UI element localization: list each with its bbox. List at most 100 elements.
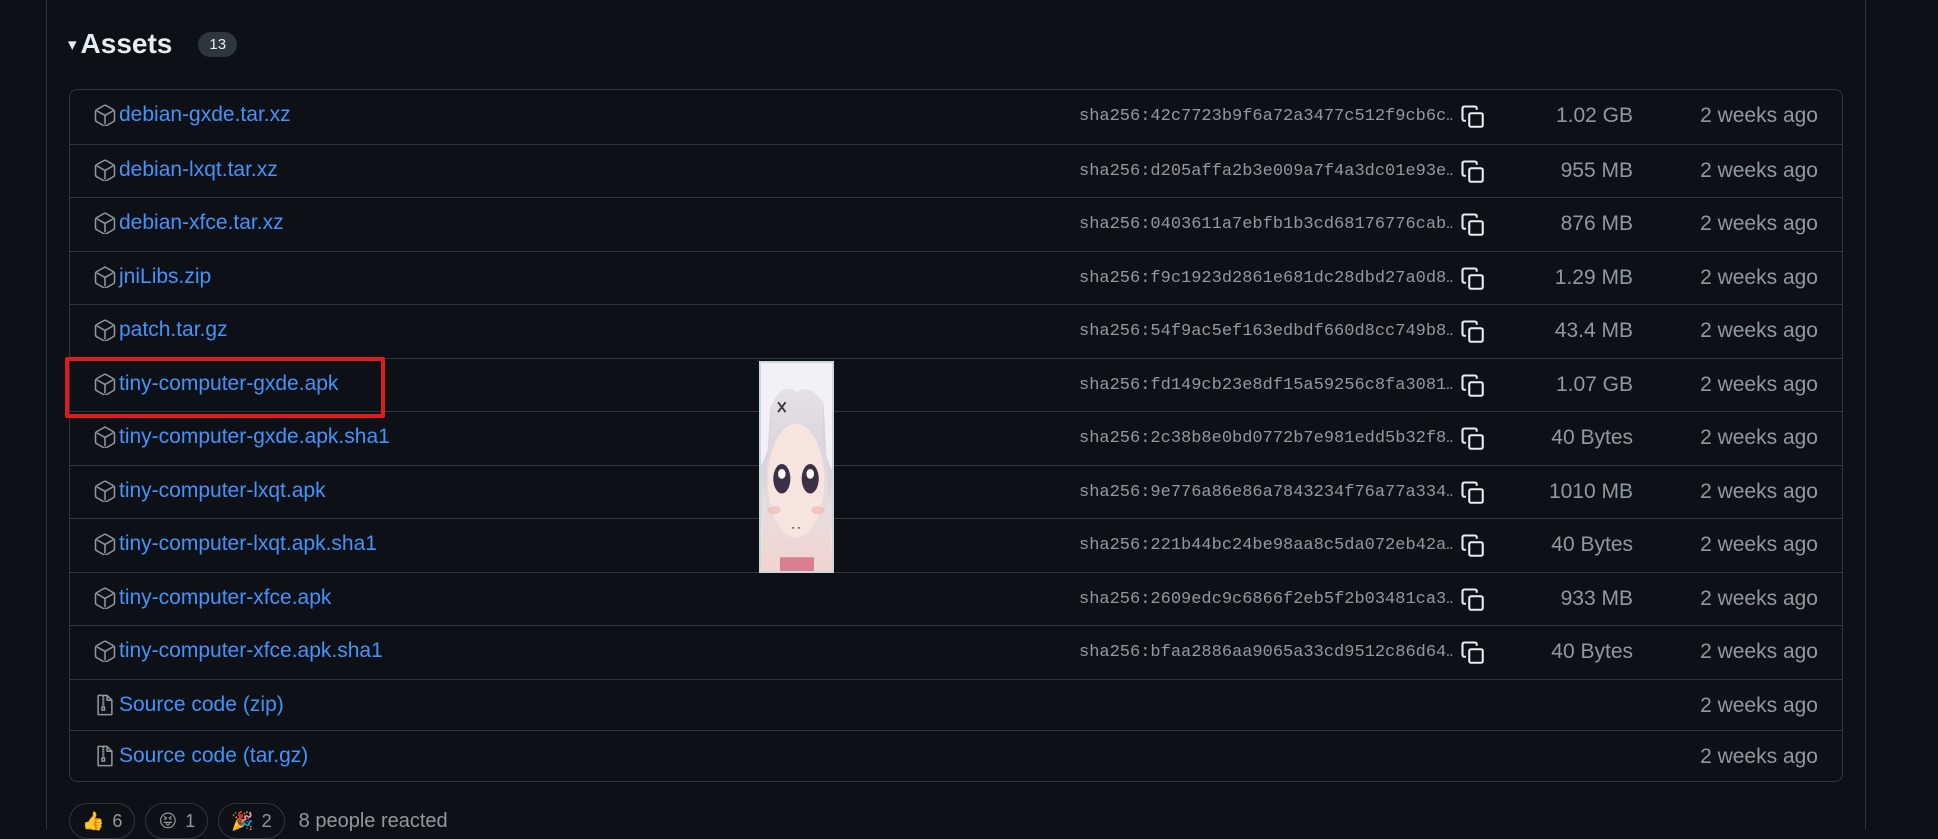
package-icon — [94, 480, 116, 502]
file-zip-icon — [94, 694, 116, 716]
copy-icon[interactable] — [1457, 101, 1489, 133]
reaction-button[interactable]: 🎉 2 — [218, 803, 285, 839]
asset-download-link[interactable]: tiny-computer-gxde.apk.sha1 — [119, 425, 390, 449]
package-icon — [94, 159, 116, 181]
copy-icon[interactable] — [1457, 263, 1489, 295]
asset-row: jniLibs.zip sha256:f9c1923d2861e681dc28db… — [70, 250, 1842, 305]
asset-date: 2 weeks ago — [1700, 640, 1818, 663]
asset-download-link[interactable]: debian-xfce.tar.xz — [119, 211, 284, 235]
package-icon — [94, 266, 116, 288]
source-code-row: Source code (tar.gz) 2 weeks ago — [70, 729, 1842, 781]
asset-date: 2 weeks ago — [1700, 265, 1818, 289]
asset-date: 2 weeks ago — [1700, 372, 1818, 396]
package-icon — [94, 319, 116, 341]
caret-down-icon[interactable]: ▾ — [68, 36, 77, 53]
asset-row: debian-lxqt.tar.xz sha256:d205affa2b3e009… — [70, 143, 1842, 198]
asset-download-link[interactable]: tiny-computer-xfce.apk.sha1 — [119, 639, 383, 663]
asset-date: 2 weeks ago — [1700, 319, 1818, 342]
assets-list: debian-gxde.tar.xz sha256:42c7723b9f6a72a… — [69, 89, 1843, 782]
asset-size: 876 MB — [1560, 212, 1633, 235]
source-code-format: (zip) — [242, 692, 284, 716]
asset-sha256: sha256:2c38b8e0bd0772b7e981edd5b32f8… — [1079, 429, 1453, 448]
package-icon — [94, 373, 116, 395]
package-icon — [94, 426, 116, 448]
copy-icon[interactable] — [1457, 156, 1489, 188]
copy-icon[interactable] — [1457, 530, 1489, 562]
asset-sha256: sha256:54f9ac5ef163edbdf660d8cc749b8… — [1079, 322, 1453, 341]
asset-sha256: sha256:bfaa2886aa9065a33cd9512c86d64… — [1079, 643, 1453, 662]
asset-sha256: sha256:d205affa2b3e009a7f4a3dc01e93e… — [1079, 161, 1453, 181]
source-code-label: Source code — [119, 692, 237, 716]
package-icon — [94, 587, 116, 609]
reaction-count: 6 — [112, 810, 123, 831]
file-zip-icon — [94, 745, 116, 767]
asset-row: tiny-computer-gxde.apk sha256:fd149cb23e8… — [70, 357, 1842, 412]
reaction-count: 2 — [261, 810, 272, 831]
asset-row: patch.tar.gz sha256:54f9ac5ef163edbdf660d… — [70, 304, 1842, 358]
asset-size: 1.29 MB — [1554, 265, 1633, 289]
asset-count-badge: 13 — [198, 31, 238, 57]
asset-download-link[interactable]: tiny-computer-xfce.apk — [119, 586, 331, 610]
asset-date: 2 weeks ago — [1700, 744, 1818, 768]
asset-row: tiny-computer-lxqt.apk sha256:9e776a86e86… — [70, 464, 1842, 519]
copy-icon[interactable] — [1457, 423, 1489, 455]
laugh-icon: 😝 — [158, 810, 178, 831]
anime-character-thumbnail — [759, 361, 834, 573]
asset-size: 40 Bytes — [1551, 426, 1633, 449]
asset-size: 1.07 GB — [1555, 372, 1633, 396]
asset-row: tiny-computer-lxqt.apk.sha1 sha256:221b44… — [70, 518, 1842, 572]
asset-size: 40 Bytes — [1551, 533, 1633, 556]
asset-download-link[interactable]: tiny-computer-gxde.apk — [119, 372, 338, 396]
asset-date: 2 weeks ago — [1700, 693, 1818, 717]
asset-date: 2 weeks ago — [1700, 158, 1818, 182]
asset-download-link[interactable]: tiny-computer-lxqt.apk.sha1 — [119, 532, 377, 556]
asset-date: 2 weeks ago — [1700, 586, 1818, 610]
reaction-count: 1 — [185, 810, 196, 831]
asset-size: 1010 MB — [1548, 479, 1633, 503]
asset-download-link[interactable]: tiny-computer-lxqt.apk — [119, 479, 326, 503]
asset-download-link[interactable]: debian-gxde.tar.xz — [119, 103, 291, 127]
asset-sha256: sha256:fd149cb23e8df15a59256c8fa3081… — [1079, 375, 1453, 395]
asset-sha256: sha256:42c7723b9f6a72a3477c512f9cb6c… — [1079, 107, 1453, 126]
copy-icon[interactable] — [1457, 316, 1489, 348]
asset-date: 2 weeks ago — [1700, 479, 1818, 503]
source-code-link[interactable]: Source code (zip) — [119, 693, 284, 717]
package-icon — [94, 533, 116, 555]
asset-date: 2 weeks ago — [1700, 104, 1818, 127]
asset-sha256: sha256:f9c1923d2861e681dc28dbd27a0d8… — [1079, 268, 1453, 288]
asset-row: tiny-computer-xfce.apk sha256:2609edc9c68… — [70, 571, 1842, 626]
asset-download-link[interactable]: patch.tar.gz — [119, 318, 228, 342]
thumbs-up-icon: 👍 — [82, 810, 105, 831]
asset-size: 955 MB — [1560, 158, 1633, 182]
reactions-summary: 8 people reacted — [298, 809, 448, 832]
asset-download-link[interactable]: jniLibs.zip — [119, 265, 211, 289]
source-code-row: Source code (zip) 2 weeks ago — [70, 678, 1842, 730]
assets-header[interactable]: ▾ Assets 13 — [68, 24, 238, 64]
package-icon — [94, 212, 116, 234]
assets-title: Assets — [80, 28, 173, 59]
asset-sha256: sha256:0403611a7ebfb1b3cd68176776cab… — [1079, 215, 1453, 234]
copy-icon[interactable] — [1457, 370, 1489, 402]
asset-date: 2 weeks ago — [1700, 426, 1818, 449]
asset-row: tiny-computer-xfce.apk.sha1 sha256:bfaa28… — [70, 625, 1842, 679]
asset-size: 43.4 MB — [1554, 319, 1633, 342]
copy-icon[interactable] — [1457, 584, 1489, 616]
copy-icon[interactable] — [1457, 477, 1489, 509]
asset-row: tiny-computer-gxde.apk.sha1 sha256:2c38b8… — [70, 411, 1842, 465]
asset-size: 933 MB — [1560, 586, 1633, 610]
copy-icon[interactable] — [1457, 209, 1489, 241]
source-code-label: Source code — [119, 743, 237, 767]
reaction-button[interactable]: 😝 1 — [145, 803, 209, 839]
asset-size: 40 Bytes — [1551, 640, 1633, 663]
asset-sha256: sha256:221b44bc24be98aa8c5da072eb42a… — [1079, 536, 1453, 555]
asset-sha256: sha256:2609edc9c6866f2eb5f2b03481ca3… — [1079, 589, 1453, 609]
asset-size: 1.02 GB — [1555, 104, 1633, 127]
source-code-link[interactable]: Source code (tar.gz) — [119, 744, 308, 768]
asset-download-link[interactable]: debian-lxqt.tar.xz — [119, 158, 278, 182]
copy-icon[interactable] — [1457, 637, 1489, 669]
source-code-format: (tar.gz) — [242, 743, 309, 767]
asset-row: debian-xfce.tar.xz sha256:0403611a7ebfb1b… — [70, 197, 1842, 251]
reactions-bar: 👍 6 😝 1 🎉 2 8 people reacted — [69, 803, 448, 839]
reaction-button[interactable]: 👍 6 — [69, 803, 136, 839]
asset-row: debian-gxde.tar.xz sha256:42c7723b9f6a72a… — [70, 90, 1842, 144]
